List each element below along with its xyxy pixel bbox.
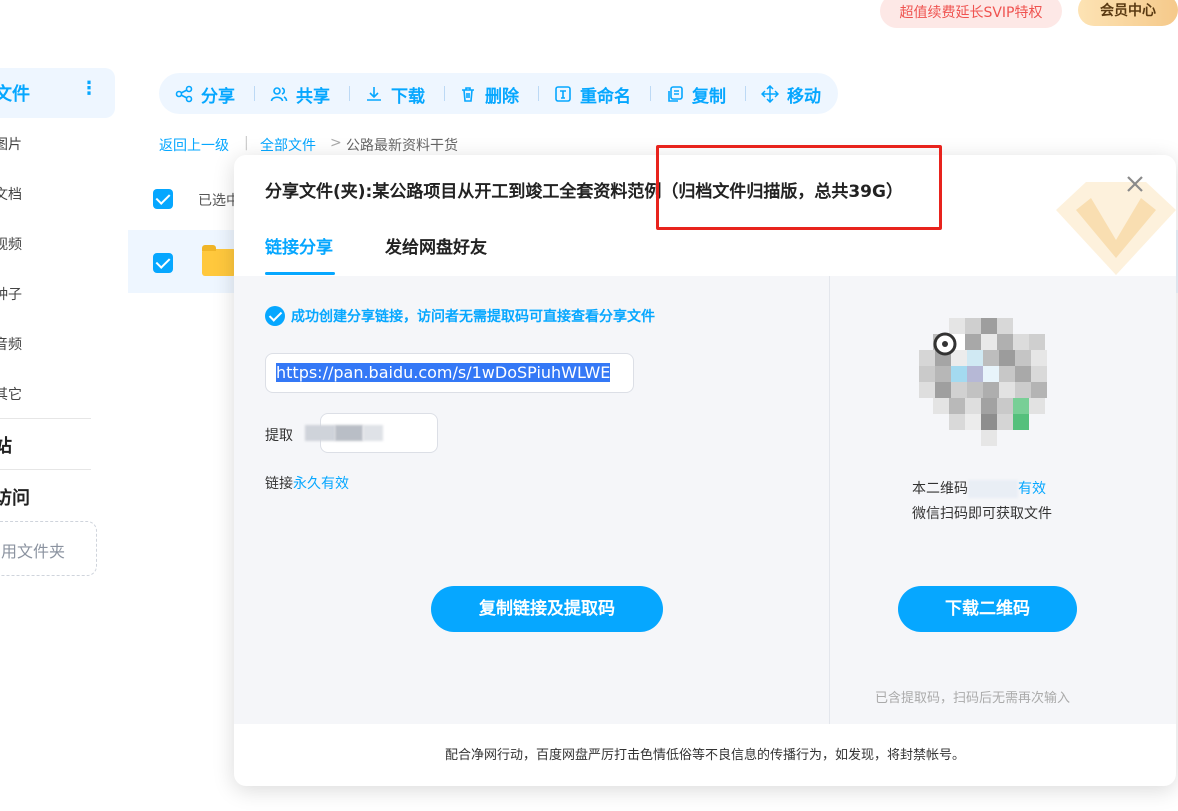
- download-label: 下载: [391, 86, 425, 107]
- redacted-text: [968, 480, 1018, 498]
- file-toolbar: 分享 共享 下载 删除 重命名 复制 移动: [159, 73, 838, 114]
- toolbar-separator: [444, 86, 445, 101]
- breadcrumb-current: 公路最新资料干货: [346, 138, 458, 154]
- move-label: 移动: [787, 86, 821, 107]
- validity-value[interactable]: 永久有效: [293, 476, 349, 492]
- sidebar: 文件 ⋮ 图片 文档 视频 种子 音频 其它 站 访问: [0, 44, 128, 811]
- toolbar-separator: [538, 86, 539, 101]
- breadcrumb-all-files[interactable]: 全部文件: [260, 135, 316, 155]
- sidebar-item-docs[interactable]: 文档: [0, 184, 22, 204]
- sidebar-section-station[interactable]: 站: [0, 432, 12, 458]
- copy-icon: [668, 86, 683, 102]
- top-bar: 超值续费延长SVIP特权 会员中心: [0, 0, 1178, 44]
- extract-code-label: 提取: [265, 428, 293, 444]
- toolbar-separator: [349, 86, 350, 101]
- breadcrumb-back[interactable]: 返回上一级: [159, 135, 229, 155]
- dialog-footer-note: 配合净网行动，百度网盘严厉打击色情低俗等不良信息的传播行为，如发现，将封禁帐号。: [444, 748, 965, 763]
- success-message: 成功创建分享链接，访问者无需提取码可直接查看分享文件: [265, 306, 655, 326]
- copy-label: 复制: [692, 86, 726, 107]
- svip-renew-promo[interactable]: 超值续费延长SVIP特权: [880, 0, 1062, 28]
- row-checkbox[interactable]: [153, 253, 173, 273]
- share-link-text[interactable]: https://pan.baidu.com/s/1wDoSPiuhWLWE: [276, 363, 611, 382]
- co-share-label: 共享: [296, 86, 330, 107]
- annotation-highlight-box: [656, 145, 942, 230]
- tab-link-share[interactable]: 链接分享: [265, 233, 333, 258]
- sidebar-item-files[interactable]: 文件 ⋮: [0, 68, 115, 118]
- breadcrumb-arrow: >: [330, 135, 342, 151]
- validity-prefix: 链接: [265, 476, 293, 492]
- copy-link-button[interactable]: 复制链接及提取码: [431, 586, 663, 632]
- qr-note: 本二维码 有效 微信扫码即可获取文件: [912, 477, 1052, 527]
- tab-send-friend[interactable]: 发给网盘好友: [385, 233, 487, 258]
- success-text: 成功创建分享链接，访问者无需提取码可直接查看分享文件: [291, 309, 655, 325]
- check-circle-icon: [265, 306, 285, 326]
- sidebar-item-other[interactable]: 其它: [0, 384, 22, 404]
- trash-icon: [462, 87, 474, 102]
- extract-code-field[interactable]: [305, 413, 438, 453]
- download-qr-button[interactable]: 下载二维码: [898, 586, 1077, 632]
- co-share-button[interactable]: 共享: [270, 82, 330, 107]
- delete-button[interactable]: 删除: [459, 82, 519, 107]
- download-button[interactable]: 下载: [365, 82, 425, 107]
- toolbar-separator: [650, 86, 651, 101]
- sidebar-item-audio[interactable]: 音频: [0, 334, 22, 354]
- sidebar-item-images[interactable]: 图片: [0, 134, 22, 154]
- active-tab-indicator: [265, 272, 335, 275]
- share-label: 分享: [201, 86, 235, 107]
- more-icon[interactable]: ⋮: [80, 78, 98, 99]
- move-button[interactable]: 移动: [761, 82, 821, 107]
- qr-code-icon: [919, 318, 1055, 454]
- qr-hint: 已含提取码，扫码后无需再次输入: [875, 691, 1071, 706]
- share-icon: [175, 85, 193, 103]
- sidebar-item-label: 文件: [0, 84, 30, 105]
- sidebar-divider: [0, 418, 91, 419]
- qr-note-prefix: 本二维码: [912, 481, 968, 497]
- dialog-body: 成功创建分享链接，访问者无需提取码可直接查看分享文件 https://pan.b…: [234, 276, 1176, 724]
- share-button[interactable]: 分享: [175, 82, 235, 107]
- sidebar-item-videos[interactable]: 视频: [0, 234, 22, 254]
- download-icon: [367, 87, 381, 101]
- sidebar-section-access[interactable]: 访问: [0, 484, 30, 510]
- vertical-divider: [829, 276, 830, 724]
- sidebar-item-torrents[interactable]: 种子: [0, 284, 22, 304]
- rename-label: 重命名: [580, 86, 631, 107]
- close-icon[interactable]: [1124, 173, 1146, 195]
- delete-label: 删除: [485, 86, 519, 107]
- move-icon: [761, 85, 779, 103]
- vip-center-button[interactable]: 会员中心: [1078, 0, 1178, 26]
- select-all-checkbox[interactable]: [153, 189, 173, 209]
- common-folder-label: 用文件夹: [1, 542, 66, 561]
- common-folder-placeholder[interactable]: 用文件夹: [0, 521, 97, 576]
- qr-note-line2: 微信扫码即可获取文件: [912, 506, 1052, 522]
- watermark-logo-icon: [1056, 182, 1176, 275]
- copy-button[interactable]: 复制: [666, 82, 726, 107]
- share-link-field[interactable]: https://pan.baidu.com/s/1wDoSPiuhWLWE: [265, 353, 634, 393]
- users-icon: [270, 87, 288, 102]
- folder-icon: [202, 245, 236, 276]
- qr-note-value: 有效: [1018, 481, 1046, 497]
- toolbar-separator: [745, 86, 746, 101]
- share-dialog: 分享文件(夹):某公路项目从开工到竣工全套资料范例（归档文件归描版，总共39G）…: [234, 155, 1176, 786]
- sidebar-divider: [0, 469, 91, 470]
- toolbar-separator: [254, 86, 255, 101]
- rename-button[interactable]: 重命名: [554, 82, 631, 107]
- redacted-code: [363, 425, 383, 441]
- redacted-code: [335, 425, 363, 441]
- redacted-code: [305, 425, 335, 441]
- breadcrumb-separator: |: [244, 135, 249, 151]
- rename-icon: [555, 86, 571, 102]
- link-validity: 链接永久有效: [265, 473, 349, 493]
